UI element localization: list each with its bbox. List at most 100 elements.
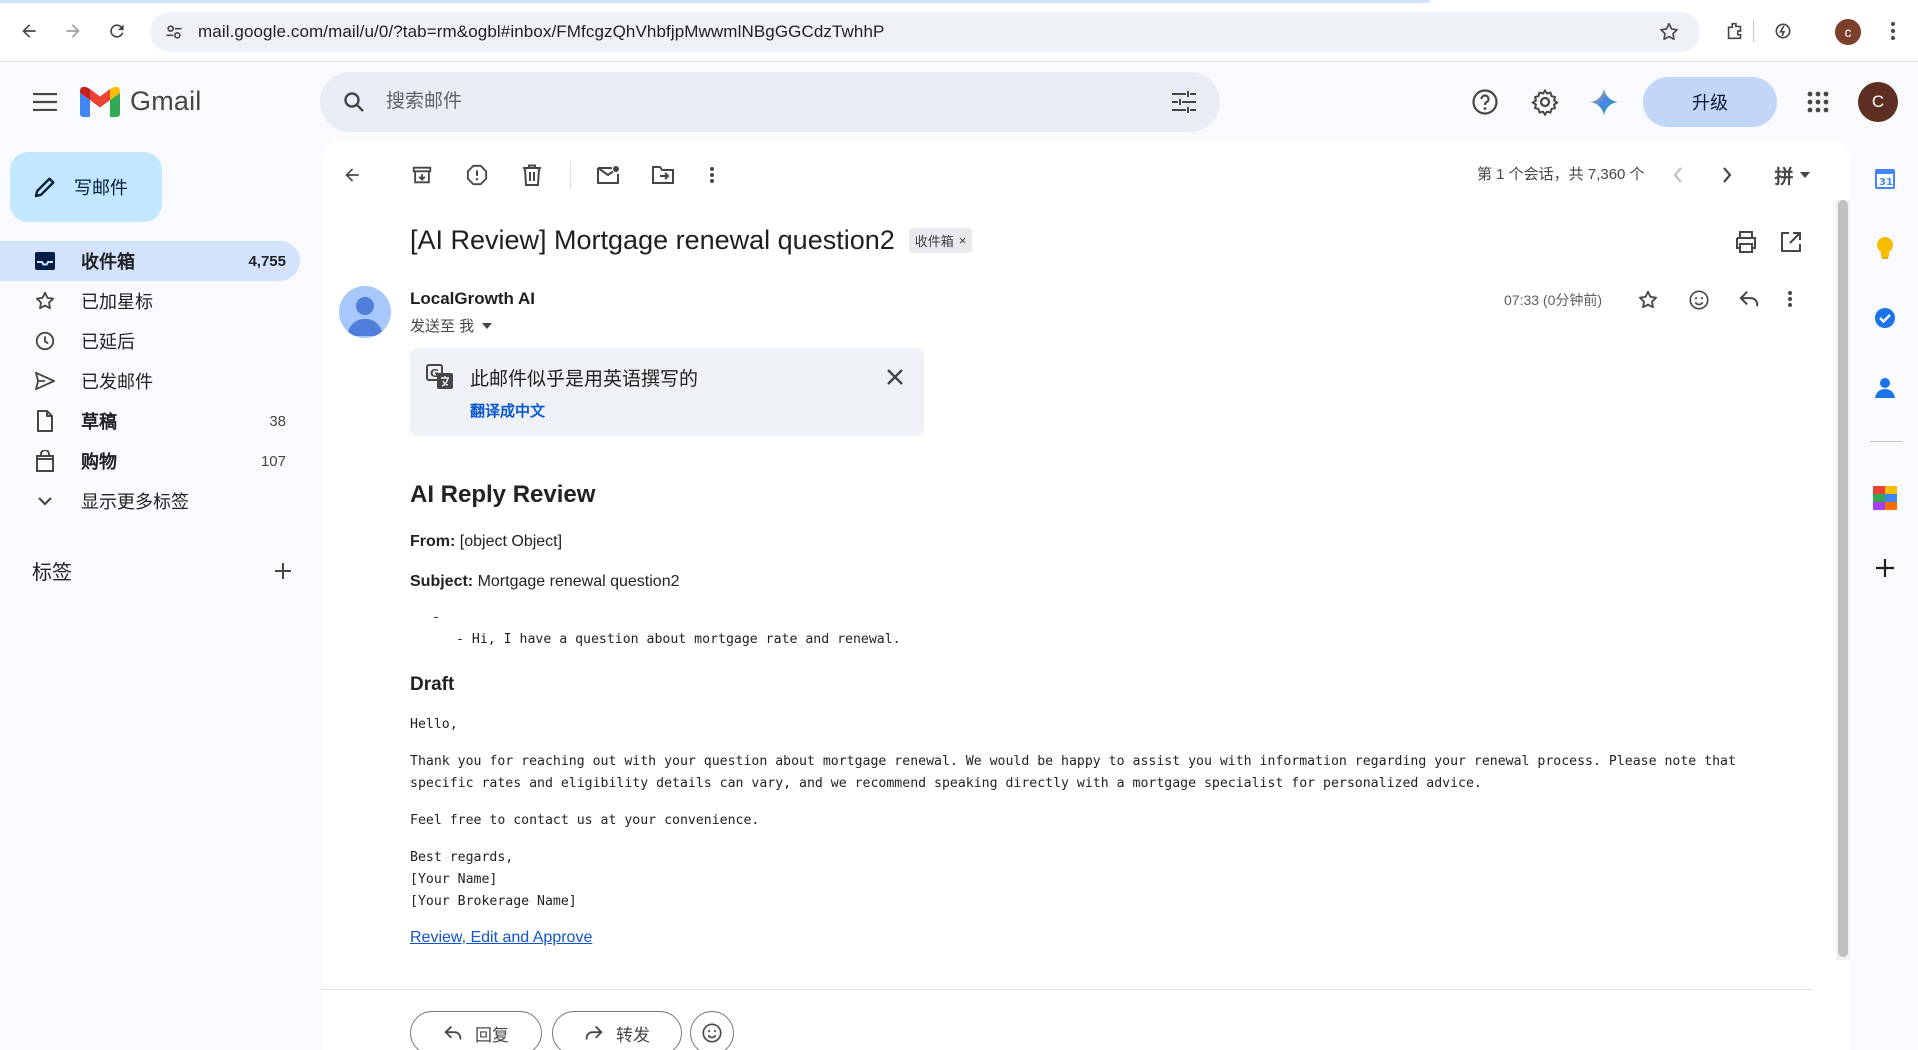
print-icon[interactable]: [1734, 231, 1758, 253]
sidebar-item-inbox[interactable]: 收件箱 4,755: [0, 241, 300, 281]
emoji-reaction-icon[interactable]: [1688, 289, 1710, 311]
shopping-count: 107: [260, 452, 286, 470]
keep-app-icon[interactable]: [1867, 230, 1903, 266]
get-addons-plus-icon[interactable]: [1867, 550, 1903, 586]
side-panel-divider: [1870, 441, 1902, 442]
sender-name[interactable]: LocalGrowth AI: [410, 289, 535, 309]
reload-icon[interactable]: [100, 14, 134, 48]
draft-line: [Your Brokerage Name]: [410, 894, 577, 909]
reply-arrow-icon[interactable]: [1738, 289, 1760, 309]
newer-chevron-left-icon[interactable]: [1658, 155, 1698, 195]
forward-arrow-icon[interactable]: [56, 14, 90, 48]
search-options-icon[interactable]: [1172, 91, 1196, 113]
sidebar-item-drafts[interactable]: 草稿 38: [0, 401, 300, 441]
sender-avatar[interactable]: [339, 286, 391, 338]
reply-divider: [322, 989, 1812, 990]
compose-button[interactable]: 写邮件: [10, 152, 162, 222]
upgrade-button[interactable]: 升级: [1643, 77, 1777, 127]
shopping-bag-icon: [33, 449, 57, 473]
contacts-app-icon[interactable]: [1867, 370, 1903, 406]
apps-grid-icon[interactable]: [1798, 82, 1838, 122]
from-line: From: [object Object]: [410, 533, 1810, 551]
draft-line: [410, 795, 1810, 810]
review-approve-link[interactable]: Review, Edit and Approve: [410, 929, 592, 946]
draft-text: Hello, Thank you for reaching out with y…: [410, 714, 1810, 913]
email-subject: [AI Review] Mortgage renewal question2: [410, 225, 895, 255]
gemini-sparkle-icon[interactable]: [1584, 82, 1624, 122]
subject-line: Subject: Mortgage renewal question2: [410, 573, 1810, 591]
input-tools-menu[interactable]: 拼: [1762, 155, 1822, 195]
sidebar-item-more[interactable]: 显示更多标签: [0, 481, 300, 521]
search-bar[interactable]: [320, 72, 1220, 132]
translate-link[interactable]: 翻译成中文: [470, 400, 545, 421]
extensions-icon[interactable]: [1718, 14, 1752, 48]
move-to-icon[interactable]: [643, 155, 683, 195]
older-chevron-right-icon[interactable]: [1707, 155, 1747, 195]
back-arrow-icon[interactable]: [12, 14, 46, 48]
compose-label: 写邮件: [74, 178, 128, 198]
remove-label-icon[interactable]: ×: [959, 233, 967, 248]
smiley-icon: [702, 1023, 722, 1043]
performance-icon[interactable]: [1766, 14, 1800, 48]
reply-label: 回复: [475, 1025, 509, 1045]
drafts-count: 38: [269, 412, 286, 430]
message-scrollbar[interactable]: [1836, 200, 1850, 960]
forward-button[interactable]: 转发: [552, 1011, 682, 1050]
bookmark-star-icon[interactable]: [1658, 21, 1680, 43]
translate-banner: G 此邮件似乎是用英语撰写的 翻译成中文: [410, 348, 924, 436]
sidebar-item-label: 草稿: [81, 412, 117, 432]
chrome-divider: [1753, 20, 1754, 42]
search-icon[interactable]: [342, 90, 366, 114]
subject-label: Subject:: [410, 573, 474, 590]
draft-line: Feel free to contact us at your convenie…: [410, 813, 760, 828]
forward-icon: [585, 1025, 603, 1040]
site-settings-icon[interactable]: [164, 22, 184, 42]
delete-icon[interactable]: [512, 155, 552, 195]
mark-unread-icon[interactable]: [588, 155, 628, 195]
sidebar-item-label: 已延后: [81, 332, 135, 352]
address-bar[interactable]: mail.google.com/mail/u/0/?tab=rm&ogbl#in…: [150, 12, 1700, 52]
reply-button[interactable]: 回复: [410, 1011, 542, 1050]
more-actions-icon[interactable]: [692, 155, 732, 195]
main-menu-icon[interactable]: [27, 86, 63, 118]
archive-icon[interactable]: [402, 155, 442, 195]
settings-gear-icon[interactable]: [1525, 82, 1565, 122]
add-label-icon[interactable]: [274, 562, 292, 580]
tasks-app-icon[interactable]: [1867, 300, 1903, 336]
draft-line: Thank you for reaching out with your que…: [410, 754, 1736, 769]
addon-app-icon[interactable]: [1867, 480, 1903, 516]
inbox-count: 4,755: [248, 252, 286, 270]
search-input[interactable]: [386, 91, 1086, 113]
quote-dash: -: [432, 610, 440, 625]
sidebar-item-shopping[interactable]: 购物 107: [0, 441, 300, 481]
open-in-new-window-icon[interactable]: [1780, 231, 1802, 253]
message-more-icon[interactable]: [1787, 290, 1793, 308]
svg-text:31: 31: [1879, 177, 1893, 188]
account-avatar[interactable]: C: [1858, 82, 1898, 122]
person-silhouette-icon: [347, 297, 383, 336]
sidebar-item-sent[interactable]: 已发邮件: [0, 361, 300, 401]
close-icon[interactable]: [886, 368, 904, 386]
report-spam-icon[interactable]: [457, 155, 497, 195]
gmail-logo[interactable]: Gmail: [80, 86, 202, 117]
sidebar-item-label: 已加星标: [81, 292, 153, 312]
back-to-inbox-icon[interactable]: [332, 155, 372, 195]
pencil-icon: [32, 174, 58, 200]
caret-down-icon: [1799, 172, 1810, 178]
help-icon[interactable]: [1465, 82, 1505, 122]
calendar-app-icon[interactable]: 31: [1867, 160, 1903, 196]
draft-line: [410, 736, 1810, 751]
recipient-details[interactable]: 发送至 我: [410, 315, 493, 336]
sidebar-item-snoozed[interactable]: 已延后: [0, 321, 300, 361]
sidebar-item-label: 收件箱: [81, 252, 135, 272]
emoji-react-button[interactable]: [690, 1011, 734, 1050]
scrollbar-thumb[interactable]: [1838, 200, 1848, 957]
star-message-icon[interactable]: [1637, 289, 1659, 311]
chrome-menu-icon[interactable]: [1876, 14, 1910, 48]
label-chip-text: 收件箱: [914, 234, 954, 249]
from-value: [object Object]: [459, 533, 563, 550]
sidebar-item-starred[interactable]: 已加星标: [0, 281, 300, 321]
profile-avatar[interactable]: c: [1835, 19, 1861, 45]
input-tool-label: 拼: [1774, 166, 1794, 188]
email-body: AI Reply Review From: [object Object] Su…: [410, 481, 1810, 947]
